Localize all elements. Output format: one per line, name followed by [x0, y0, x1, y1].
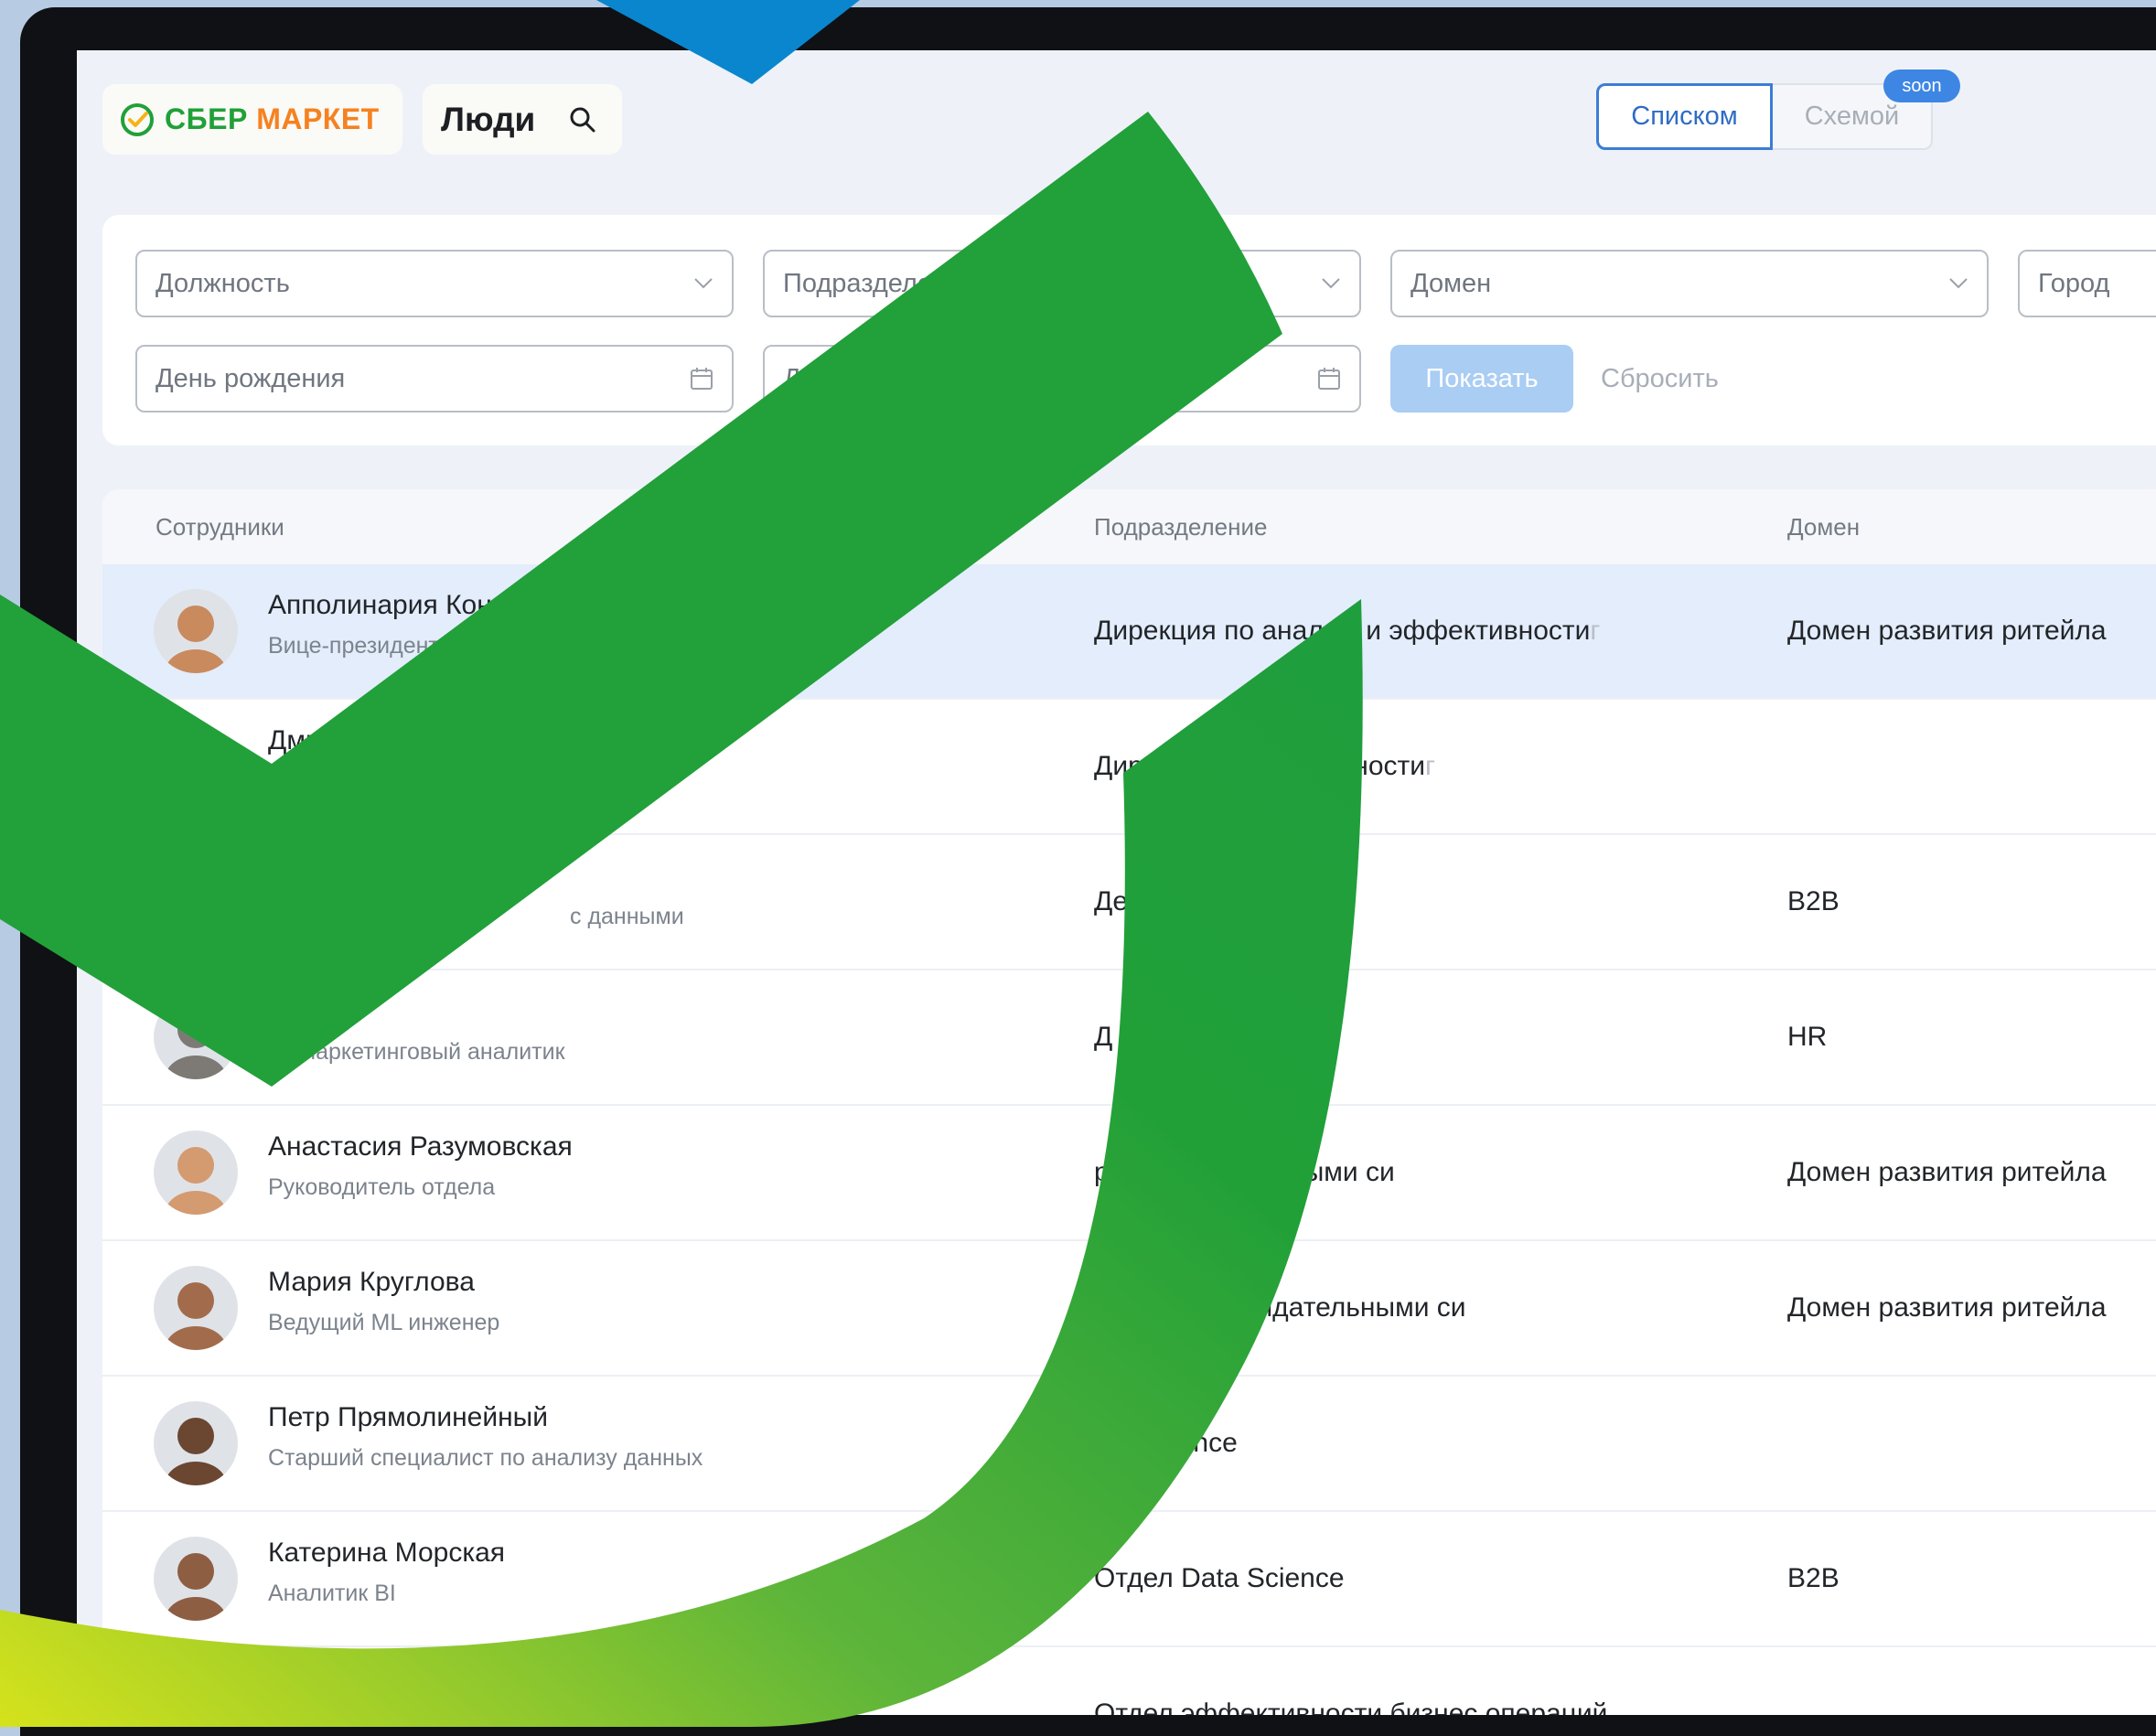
search-icon[interactable] [568, 105, 597, 134]
calendar-icon [691, 368, 713, 390]
header-department: Подразделение [1094, 512, 1268, 541]
table-row[interactable]: Анастасия Разумовская Руководитель отдела… [102, 1106, 2156, 1241]
employee-department: Отдел эффективности бизнес операций [1094, 1698, 1608, 1715]
app-screen: СБЕР МАРКЕТ Люди Списком Схемой soon Дол… [77, 50, 2156, 1715]
avatar [154, 1672, 238, 1715]
brand-name: СБЕР МАРКЕТ [165, 102, 380, 135]
employee-role: Вице-президент тформы [268, 633, 840, 659]
chevron-down-icon [694, 278, 713, 289]
sber-check-icon [121, 102, 154, 136]
table-row[interactable]: Петр Прямолинейный Старший специалист по … [102, 1377, 2156, 1512]
avatar [154, 724, 238, 809]
brand-logo[interactable]: СБЕР МАРКЕТ [102, 84, 402, 155]
view-list-button[interactable]: Списком [1596, 83, 1773, 150]
avatar [154, 1401, 238, 1485]
employee-department: рекомендательными си [1094, 1157, 1395, 1187]
device-frame: СБЕР МАРКЕТ Люди Списком Схемой soon Дол… [20, 7, 2156, 1736]
show-button[interactable]: Показать [1390, 345, 1573, 413]
table-header: Сотрудники Подразделение Домен [102, 489, 2156, 564]
calendar-icon [1318, 368, 1340, 390]
avatar [154, 995, 238, 1079]
soon-badge: soon [1883, 70, 1960, 102]
filters-panel: Должность Подразделе Домен Город День ро… [102, 215, 2156, 445]
table-row[interactable]: етров ий маркетинговый аналитик Дики HR [102, 970, 2156, 1106]
table-row[interactable]: Апполинария Кон Вице-президент тформы Дирек… [102, 564, 2156, 700]
avatar [154, 1266, 238, 1350]
employees-table: Сотрудники Подразделение Домен Апполинар… [102, 489, 2156, 1715]
employee-role: Старший специалист по анализу данных [268, 1445, 703, 1471]
employee-domain: B2B [1787, 886, 1840, 916]
employee-domain: B2B [1787, 1563, 1840, 1593]
reset-button[interactable]: Сбросить [1601, 345, 1719, 413]
department-select[interactable]: Подразделе [763, 250, 1361, 317]
employee-role: Руководитель отдела [268, 1174, 496, 1200]
employee-name[interactable]: Дмит [268, 725, 333, 756]
table-row[interactable]: Мария Круглова Ведущий ML инженер оте с ре… [102, 1241, 2156, 1377]
domain-select[interactable]: Домен [1390, 250, 1989, 317]
table-row[interactable]: Дмит ии Дире ке и эффективности г [102, 700, 2156, 835]
avatar [154, 860, 238, 944]
page-title: Люди [441, 100, 536, 138]
employee-department: ata Science [1094, 1428, 1238, 1458]
table-body: Апполинария Кон Вице-президент тформы Дирек… [102, 564, 2156, 1715]
employee-domain: Домен развития ритейла [1787, 1157, 2107, 1187]
employee-name[interactable]: Анастасия Разумовская [268, 1131, 573, 1163]
employee-role: Аналитик BI [268, 1581, 396, 1606]
birthday-input[interactable]: День рождения [135, 345, 734, 413]
employee-department: оте с рекомендательными си [1094, 1292, 1466, 1323]
table-row[interactable]: Отдел эффективности бизнес операций [102, 1647, 2156, 1715]
employee-department: Дирекция по анал ке и эффективности г [1094, 616, 1601, 646]
header-domain: Домен [1787, 512, 1861, 541]
employee-name[interactable]: Мария Круглова [268, 1267, 475, 1298]
employee-department: Дики [1094, 1022, 1163, 1052]
employee-department: Отдел Data Science [1094, 1563, 1345, 1593]
table-row[interactable]: Катерина Морская Аналитик BI Отдел Data Sc… [102, 1512, 2156, 1647]
chevron-down-icon [1949, 278, 1968, 289]
employee-name[interactable]: Петр Прямолинейный [268, 1402, 548, 1433]
avatar [154, 1131, 238, 1215]
position-select[interactable]: Должность [135, 250, 734, 317]
employee-role: Ведущий ML инженер [268, 1310, 500, 1335]
avatar [154, 589, 238, 673]
employee-department: Деп ки [1094, 886, 1178, 916]
employee-name[interactable]: Апполинария Кон [268, 590, 492, 621]
header-employees: Сотрудники [156, 512, 284, 541]
employee-domain: Домен развития ритейла [1787, 616, 2107, 646]
employee-department: Дире ке и эффективности г [1094, 751, 1435, 781]
view-toggle: Списком Схемой [1596, 83, 1933, 150]
table-row[interactable]: с данными Деп ки B2B [102, 835, 2156, 970]
employee-domain: Домен развития ритейла [1787, 1292, 2107, 1323]
page-header: Люди [423, 84, 622, 155]
employee-domain: HR [1787, 1022, 1828, 1052]
city-select[interactable]: Город [2018, 250, 2156, 317]
chevron-down-icon [1322, 278, 1340, 289]
employee-role: ий маркетинговый аналитик [268, 1039, 565, 1065]
employee-name[interactable]: Катерина Морская [268, 1538, 505, 1569]
date-input[interactable]: Да [763, 345, 1361, 413]
avatar [154, 1537, 238, 1621]
employee-name[interactable]: етров [268, 996, 340, 1027]
